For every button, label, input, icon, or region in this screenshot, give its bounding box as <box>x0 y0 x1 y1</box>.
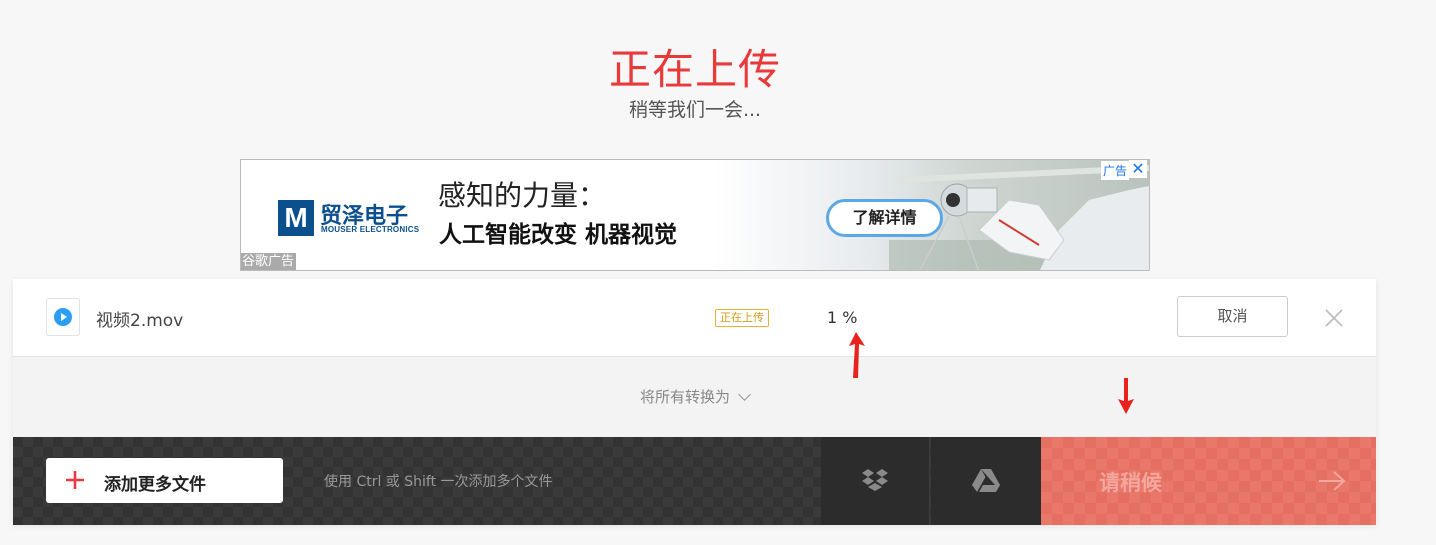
google-drive-button[interactable] <box>931 437 1041 525</box>
action-bar: 添加更多文件 使用 Ctrl 或 Shift 一次添加多个文件 请稍候 <box>13 437 1376 525</box>
ad-cta-button[interactable]: 了解详情 <box>826 199 943 237</box>
close-icon[interactable] <box>1323 307 1345 329</box>
status-badge: 正在上传 <box>715 309 769 327</box>
arrow-right-icon <box>1319 471 1346 491</box>
add-files-label: 添加更多文件 <box>104 475 206 495</box>
upload-progress: 1 % <box>827 308 858 327</box>
annotation-arrow-down <box>1118 378 1134 414</box>
page-subtitle: 稍等我们一会... <box>628 99 762 121</box>
multi-select-hint: 使用 Ctrl 或 Shift 一次添加多个文件 <box>324 474 553 490</box>
ad-banner[interactable]: M 贸泽电子 MOUSER ELECTRONICS 感知的力量： 人工智能改变 … <box>240 159 1150 271</box>
cancel-button[interactable]: 取消 <box>1177 296 1288 337</box>
ad-badge[interactable]: 广告 <box>1100 161 1129 180</box>
annotation-arrow-up <box>849 332 865 378</box>
chevron-down-icon <box>738 388 751 401</box>
page-title: 正在上传 <box>608 45 781 94</box>
upload-card: 视频2.mov 正在上传 1 % 取消 将所有转换为 添加更多文件 使用 Ctr… <box>13 279 1376 525</box>
add-files-button[interactable]: 添加更多文件 <box>46 458 283 503</box>
convert-all-dropdown[interactable]: 将所有转换为 <box>13 386 1376 407</box>
mouser-logo: M <box>278 200 314 236</box>
convert-all-row: 将所有转换为 <box>13 357 1376 437</box>
file-thumbnail <box>46 298 80 336</box>
plus-icon <box>66 471 84 489</box>
close-icon[interactable]: ✕ <box>1129 160 1147 178</box>
ad-attribution: 谷歌广告 <box>241 253 297 270</box>
google-drive-icon <box>972 469 1000 492</box>
play-icon <box>54 308 72 326</box>
convert-all-label: 将所有转换为 <box>639 388 730 406</box>
ad-brand-en: MOUSER ELECTRONICS <box>321 225 420 234</box>
ad-headline: 感知的力量： <box>438 179 607 212</box>
wait-label: 请稍候 <box>1099 471 1162 495</box>
file-row: 视频2.mov 正在上传 1 % 取消 <box>13 279 1376 357</box>
dropbox-icon <box>862 469 888 491</box>
file-name: 视频2.mov <box>96 311 184 331</box>
convert-wait-button[interactable]: 请稍候 <box>1041 437 1376 525</box>
dropbox-button[interactable] <box>821 437 930 525</box>
ad-subline: 人工智能改变 机器视觉 <box>439 222 678 248</box>
